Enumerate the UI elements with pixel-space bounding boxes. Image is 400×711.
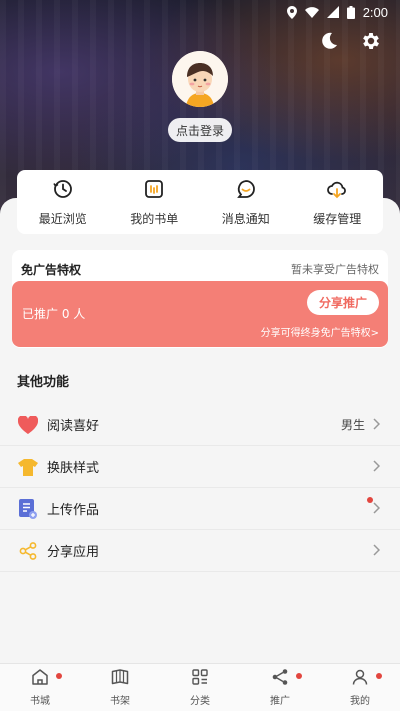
ad-free-card: 免广告特权 暂未享受广告特权 已推广 0 人 分享推广 分享可得终身免广告特权>	[12, 250, 388, 348]
night-mode-icon[interactable]	[318, 30, 340, 52]
history-icon	[52, 178, 74, 204]
signal-icon	[326, 6, 339, 18]
quick-action-messages[interactable]: 消息通知	[200, 170, 292, 234]
tab-promotion[interactable]: 推广	[240, 664, 320, 711]
menu-item-reading-preference[interactable]: 阅读喜好 男生	[0, 404, 400, 446]
cloud-download-icon	[326, 178, 348, 204]
tab-label: 推广	[270, 696, 290, 707]
quick-action-label: 消息通知	[221, 211, 270, 226]
promotion-hint-link[interactable]: 分享可得终身免广告特权>	[261, 324, 379, 339]
share-promotion-button[interactable]: 分享推广	[307, 290, 379, 315]
menu-item-value: 男生	[340, 418, 365, 432]
quick-action-label: 缓存管理	[313, 211, 362, 226]
share-icon	[17, 540, 39, 562]
quick-actions-card: 最近浏览 我的书单 消息通知 缓存管理	[17, 170, 383, 234]
chevron-right-icon	[373, 499, 381, 518]
quick-action-history[interactable]: 最近浏览	[17, 170, 109, 234]
tab-label: 书架	[110, 696, 130, 707]
login-button[interactable]: 点击登录	[168, 118, 232, 142]
location-icon	[286, 5, 297, 19]
home-icon	[31, 668, 49, 690]
category-icon	[191, 668, 209, 690]
ad-free-status: 暂未享受广告特权	[291, 263, 379, 276]
quick-action-label: 最近浏览	[38, 211, 87, 226]
bookshelf-icon	[111, 668, 129, 690]
tab-mine[interactable]: 我的	[320, 664, 400, 711]
avatar[interactable]	[172, 51, 228, 107]
chevron-right-icon	[373, 541, 381, 560]
menu-item-label: 分享应用	[47, 545, 100, 560]
wifi-icon	[304, 6, 319, 18]
other-functions-list: 阅读喜好 男生 换肤样式 上传作品 分享应用	[0, 404, 400, 572]
heart-icon	[17, 414, 39, 436]
battery-icon	[346, 5, 355, 19]
menu-item-label: 阅读喜好	[47, 419, 100, 434]
status-bar: 2:00	[0, 0, 400, 24]
user-icon	[351, 668, 369, 690]
notification-dot	[367, 497, 373, 503]
section-title: 其他功能	[17, 375, 70, 390]
menu-item-upload-works[interactable]: 上传作品	[0, 488, 400, 530]
tshirt-icon	[17, 456, 39, 478]
ad-free-title: 免广告特权	[21, 262, 82, 277]
promotion-banner: 已推广 0 人 分享推广 分享可得终身免广告特权>	[12, 281, 388, 347]
booklist-icon	[143, 178, 165, 204]
tab-label: 分类	[190, 696, 210, 707]
notification-dot	[296, 673, 302, 679]
tab-category[interactable]: 分类	[160, 664, 240, 711]
menu-item-share-app[interactable]: 分享应用	[0, 530, 400, 572]
notification-dot	[376, 673, 382, 679]
tab-bookstore[interactable]: 书城	[0, 664, 80, 711]
menu-item-label: 换肤样式	[47, 461, 100, 476]
promoted-count: 已推广 0 人	[22, 307, 86, 321]
quick-action-label: 我的书单	[130, 211, 179, 226]
quick-action-cache[interactable]: 缓存管理	[292, 170, 384, 234]
quick-action-booklist[interactable]: 我的书单	[109, 170, 201, 234]
settings-gear-icon[interactable]	[360, 30, 382, 52]
status-time: 2:00	[362, 4, 388, 20]
menu-item-skin-style[interactable]: 换肤样式	[0, 446, 400, 488]
tab-label: 书城	[30, 696, 50, 707]
tab-bookshelf[interactable]: 书架	[80, 664, 160, 711]
menu-item-label: 上传作品	[47, 503, 100, 518]
bottom-tab-bar: 书城 书架 分类 推广 我的	[0, 663, 400, 711]
tab-label: 我的	[350, 696, 370, 707]
chevron-right-icon	[373, 457, 381, 476]
share-icon	[271, 668, 289, 690]
notification-dot	[56, 673, 62, 679]
message-icon	[235, 178, 257, 204]
chevron-right-icon	[373, 415, 381, 434]
upload-doc-icon	[17, 498, 39, 520]
